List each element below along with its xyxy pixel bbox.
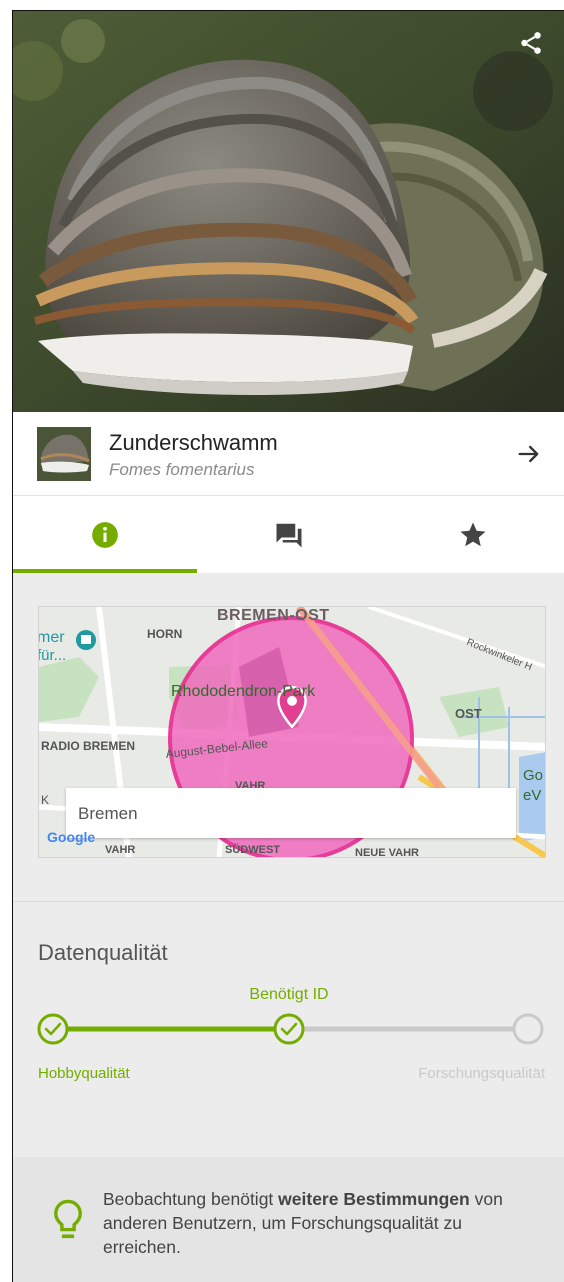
- map-label-bremen-ost: BREMEN-OST: [217, 607, 330, 624]
- map-label-mer: mer: [38, 629, 65, 646]
- info-icon: [92, 521, 118, 548]
- map-label-ev: eV: [523, 787, 542, 804]
- data-quality-current-level: Benötigt ID: [249, 986, 329, 1003]
- fungus-photo-illustration: [13, 11, 564, 412]
- map-label-rhododendron-park: Rhododendron-Park: [171, 683, 316, 700]
- step-research-circle-icon: [512, 1013, 544, 1045]
- step-needs-id-check-icon: [273, 1013, 305, 1045]
- map-label-suedwest: SÜDWEST: [225, 844, 280, 856]
- taxon-details-button[interactable]: [515, 440, 543, 468]
- info-text: Beobachtung benötigt weitere Bestimmunge…: [103, 1189, 503, 1257]
- level-hobby-label: Hobbyqualität: [38, 1065, 130, 1082]
- place-name: Bremen: [78, 804, 138, 823]
- map-label-vahr: VAHR: [105, 844, 136, 856]
- share-icon: [521, 32, 541, 54]
- map-label-radio-bremen: RADIO BREMEN: [41, 739, 136, 753]
- location-map[interactable]: BREMEN-OST HORN Rockwinkeler H mer für..…: [38, 606, 546, 858]
- share-button[interactable]: [513, 25, 549, 61]
- data-quality-title: Datenqualität: [38, 940, 168, 965]
- map-label-neue-vahr: NEUE VAHR: [355, 847, 419, 858]
- google-logo: Google: [47, 829, 96, 845]
- place-name-box: Bremen: [66, 788, 516, 838]
- info-box: Beobachtung benötigt weitere Bestimmunge…: [13, 1157, 564, 1282]
- map-label-k: K: [41, 793, 50, 807]
- step-hobby-check-icon: [37, 1013, 69, 1045]
- map-label-horn: HORN: [147, 627, 183, 641]
- comments-icon: [276, 523, 302, 547]
- map-label-go: Go: [523, 767, 544, 784]
- lightbulb-icon: [54, 1199, 82, 1239]
- level-research-label: Forschungsqualität: [418, 1065, 545, 1082]
- taxon-row[interactable]: Zunderschwamm Fomes fomentarius: [13, 412, 564, 496]
- star-icon: [460, 522, 486, 546]
- observation-photo[interactable]: [13, 11, 564, 412]
- tab-comments[interactable]: [197, 496, 381, 573]
- observation-screen: Zunderschwamm Fomes fomentarius BREMEN-O…: [12, 10, 564, 1282]
- map-label-fuer: für...: [38, 647, 67, 664]
- map-label-ost: OST: [455, 706, 482, 721]
- taxon-thumbnail: [37, 427, 91, 481]
- tab-info[interactable]: [13, 496, 197, 573]
- scientific-name: Fomes fomentarius: [109, 460, 255, 479]
- observation-tabs: [13, 496, 564, 573]
- data-quality-progress: [37, 1013, 544, 1045]
- tab-favorites[interactable]: [381, 496, 564, 573]
- data-quality-section: Datenqualität Benötigt ID Hobbyqualität …: [13, 902, 564, 1157]
- common-name: Zunderschwamm: [109, 430, 278, 455]
- map-section: BREMEN-OST HORN Rockwinkeler H mer für..…: [13, 573, 564, 903]
- arrow-right-icon: [518, 445, 539, 463]
